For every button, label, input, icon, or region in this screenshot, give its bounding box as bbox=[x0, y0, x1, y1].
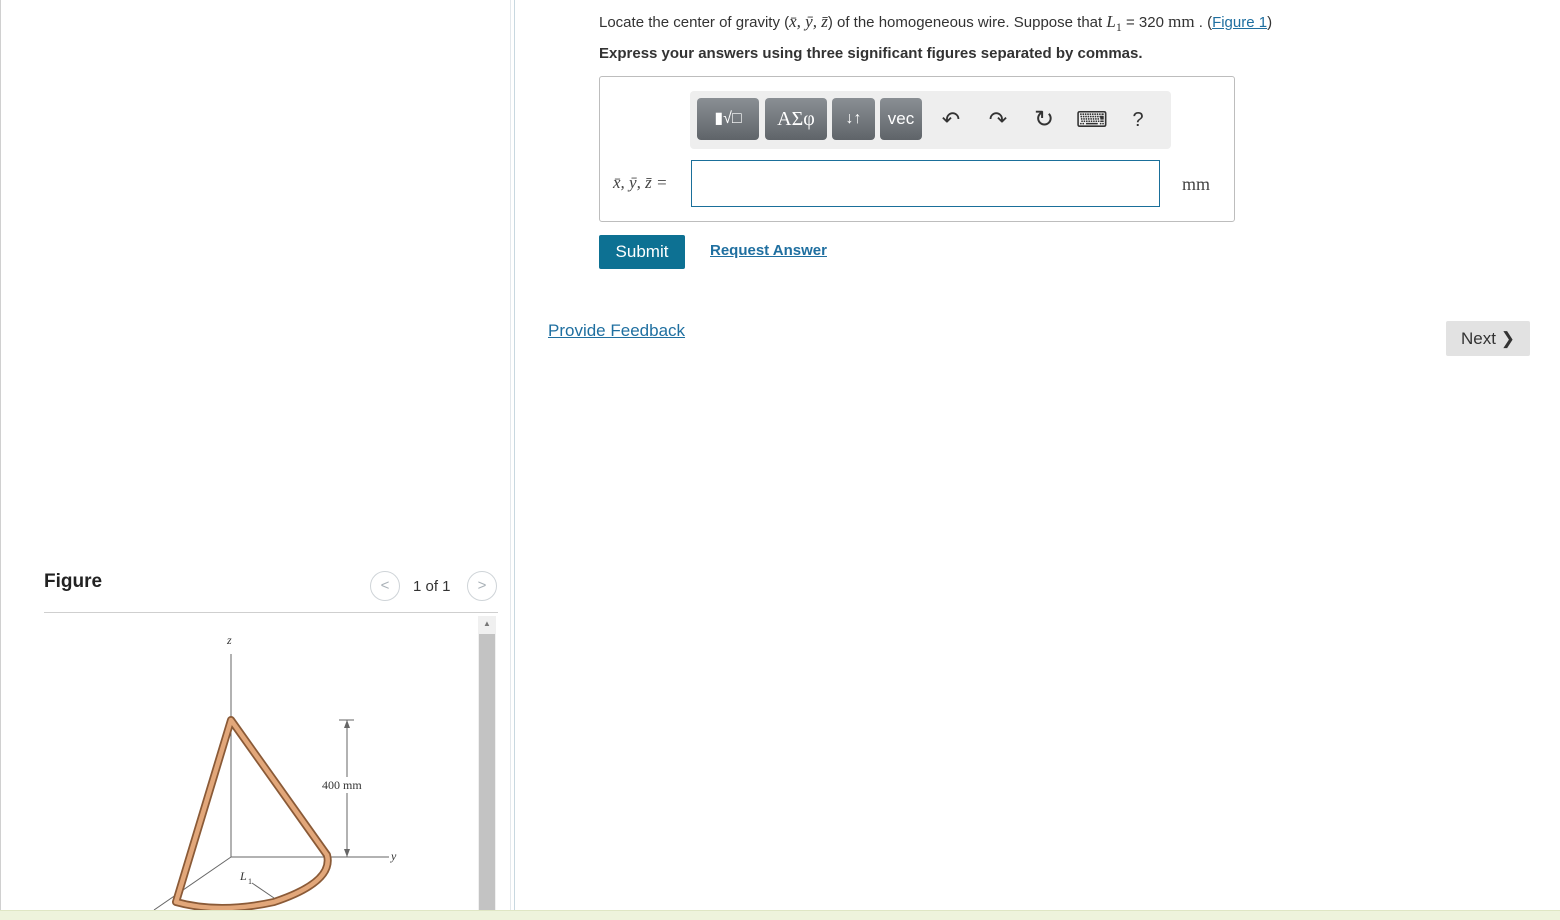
dimension-label: 400 mm bbox=[322, 778, 362, 792]
figure-title: Figure bbox=[44, 571, 103, 592]
question-text: Locate the center of gravity (x̄, ȳ, z̄)… bbox=[599, 12, 1272, 35]
question-prefix: Locate the center of gravity ( bbox=[599, 14, 790, 31]
answer-label: x̄, ȳ, z̄ = bbox=[613, 173, 668, 192]
redo-icon[interactable]: ↷ bbox=[983, 103, 1013, 137]
question-vars: x̄, ȳ, z̄ bbox=[789, 12, 828, 31]
answer-unit: mm bbox=[1182, 174, 1211, 194]
wire-figure: z y 400 mm L 1 bbox=[153, 633, 397, 910]
l1-leader bbox=[251, 882, 275, 899]
figure-scrollbar[interactable]: ▲ bbox=[478, 616, 496, 910]
figure-next-button[interactable]: > bbox=[467, 571, 497, 601]
templates-button[interactable]: ▮√□ bbox=[697, 98, 759, 140]
arrows-button[interactable]: ↓↑ bbox=[832, 98, 875, 140]
provide-feedback-link[interactable]: Provide Feedback bbox=[548, 321, 685, 341]
y-axis-label: y bbox=[390, 849, 397, 863]
question-unit: mm bbox=[1168, 12, 1195, 31]
math-toolbar: ▮√□ ΑΣφ ↓↑ vec ↶ ↷ ↻ ⌨ ? bbox=[690, 91, 1171, 149]
templates-icon: ▮√□ bbox=[714, 110, 742, 127]
question-close: ) bbox=[1267, 14, 1273, 31]
pane-divider bbox=[510, 0, 511, 910]
l1-label: L bbox=[239, 869, 247, 883]
question-middle: ) of the homogeneous wire. Suppose that bbox=[827, 14, 1107, 31]
keyboard-icon[interactable]: ⌨ bbox=[1076, 103, 1108, 137]
figure-page-indicator: 1 of 1 bbox=[413, 578, 451, 595]
answer-input[interactable] bbox=[691, 160, 1160, 207]
figure-header: Figure < 1 of 1 > bbox=[44, 568, 498, 613]
figure-viewport: z y 400 mm L 1 bbox=[44, 614, 498, 910]
arrows-icon: ↓↑ bbox=[845, 110, 862, 127]
question-value: = 320 bbox=[1121, 14, 1169, 31]
question-var-L: L bbox=[1106, 12, 1116, 31]
greek-symbols-button[interactable]: ΑΣφ bbox=[765, 98, 827, 140]
next-button[interactable]: Next ❯ bbox=[1446, 321, 1530, 356]
l1-subscript: 1 bbox=[248, 877, 252, 886]
reset-icon[interactable]: ↻ bbox=[1029, 103, 1059, 137]
scroll-thumb[interactable] bbox=[479, 634, 495, 910]
figure-prev-button[interactable]: < bbox=[370, 571, 400, 601]
undo-icon[interactable]: ↶ bbox=[936, 103, 966, 137]
help-button[interactable]: ? bbox=[1123, 103, 1153, 137]
question-period: . ( bbox=[1194, 14, 1213, 31]
dim-arrow-top bbox=[344, 720, 350, 728]
scroll-up-arrow-icon[interactable]: ▲ bbox=[478, 616, 496, 632]
z-axis-label: z bbox=[226, 633, 232, 647]
figure-link[interactable]: Figure 1 bbox=[1212, 14, 1267, 31]
submit-button[interactable]: Submit bbox=[599, 235, 685, 269]
request-answer-link[interactable]: Request Answer bbox=[710, 242, 827, 259]
chevron-left-icon: < bbox=[380, 577, 390, 594]
dim-arrow-bottom bbox=[344, 849, 350, 857]
vector-button[interactable]: vec bbox=[880, 98, 922, 140]
instruction-text: Express your answers using three signifi… bbox=[599, 45, 1143, 62]
chevron-right-icon: > bbox=[477, 577, 487, 594]
